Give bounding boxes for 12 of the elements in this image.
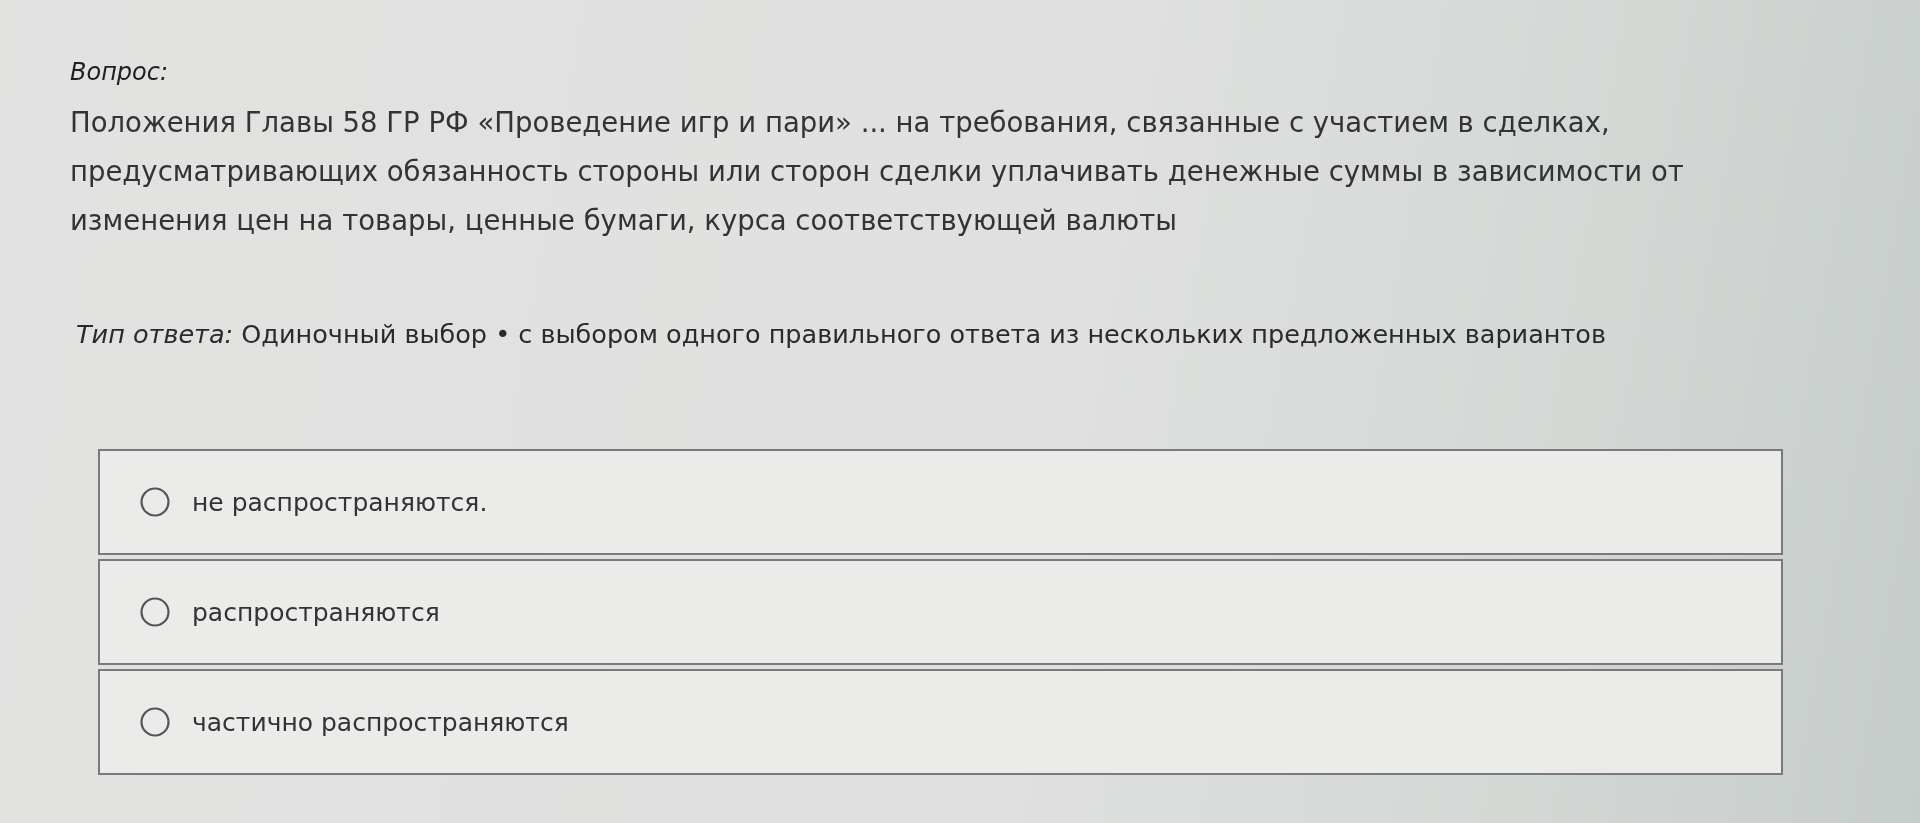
answer-option[interactable]: распространяются — [98, 559, 1783, 666]
option-label: распространяются — [192, 596, 440, 629]
radio-icon[interactable] — [140, 597, 170, 628]
question-label: Вопрос: — [70, 57, 169, 88]
answer-option[interactable]: не распространяются. — [98, 449, 1783, 556]
option-label: частично распространяются — [192, 706, 569, 739]
answer-type-text: Тип ответа: Одиночный выбор • с выбором одного правильного ответа из нескольких предложенных вариантов — [76, 318, 1606, 351]
answer-option[interactable]: частично распространяются — [98, 669, 1783, 776]
radio-icon[interactable] — [140, 487, 170, 518]
radio-icon[interactable] — [140, 707, 170, 738]
question-text: Положения Главы 58 ГР РФ «Проведение игр и пари» ... на требования, связанные с участием в сделках, предусматривающих обязанность стороны или сторон сделки уплачивать денежные суммы в зависимости от изменения цен на товары, ценные бумаги, курса соответствующей валюты — [70, 105, 1685, 238]
option-label: не распространяются. — [192, 486, 488, 519]
